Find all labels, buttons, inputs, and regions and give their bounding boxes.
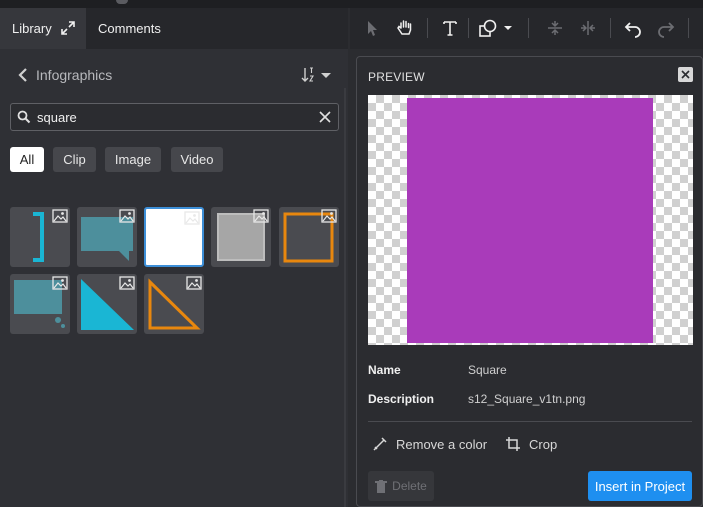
- crop-button[interactable]: Crop: [505, 434, 557, 454]
- image-icon: [184, 211, 200, 225]
- result-callout-box[interactable]: [10, 274, 70, 334]
- image-icon: [321, 209, 337, 223]
- description-value: s12_Square_v1tn.png: [468, 392, 586, 406]
- image-icon: [253, 209, 269, 223]
- editor-toolbar: [350, 8, 703, 49]
- toolbar-separator: [688, 18, 689, 38]
- crop-label: Crop: [529, 436, 558, 452]
- search-box[interactable]: square: [10, 103, 339, 131]
- filter-clip[interactable]: Clip: [53, 147, 96, 172]
- preview-title: PREVIEW: [368, 70, 425, 84]
- result-square[interactable]: [144, 207, 204, 267]
- hand-icon[interactable]: [395, 18, 415, 38]
- image-icon: [52, 209, 68, 223]
- result-orange-outline-triangle[interactable]: [144, 274, 204, 334]
- filter-video[interactable]: Video: [171, 147, 223, 172]
- expand-icon[interactable]: [61, 21, 75, 35]
- toolbar-separator: [610, 18, 611, 38]
- toolbar-separator: [528, 18, 529, 38]
- delete-button[interactable]: Delete: [368, 471, 434, 501]
- image-icon: [52, 276, 68, 290]
- preview-canvas: [368, 95, 693, 345]
- remove-color-button[interactable]: Remove a color: [372, 434, 487, 454]
- image-icon: [119, 276, 135, 290]
- redo-icon[interactable]: [656, 18, 676, 38]
- remove-color-label: Remove a color: [396, 436, 488, 452]
- tab-library[interactable]: Library: [0, 8, 86, 49]
- result-teal-triangle[interactable]: [77, 274, 137, 334]
- text-icon[interactable]: [440, 18, 460, 38]
- filter-image[interactable]: Image: [105, 147, 161, 172]
- chevron-left-icon[interactable]: [16, 67, 30, 83]
- result-speech-bubble[interactable]: [77, 207, 137, 267]
- close-icon[interactable]: [318, 110, 332, 124]
- toolbar-separator: [427, 18, 428, 38]
- description-label: Description: [368, 392, 435, 406]
- result-orange-outline-square[interactable]: [279, 207, 339, 267]
- pointer-icon[interactable]: [362, 18, 382, 38]
- top-strip-handle: [116, 0, 128, 4]
- tab-library-label: Library: [12, 21, 52, 36]
- close-icon: [681, 70, 690, 79]
- tab-comments[interactable]: Comments: [98, 8, 161, 49]
- image-icon: [186, 276, 202, 290]
- sort-icon[interactable]: [300, 65, 334, 85]
- name-value: Square: [468, 363, 507, 377]
- align-horizontal-icon[interactable]: [578, 18, 598, 38]
- shapes-icon[interactable]: [478, 18, 514, 38]
- delete-label: Delete: [392, 479, 427, 493]
- top-strip: [0, 0, 703, 8]
- name-label: Name: [368, 363, 401, 377]
- toolbar-separator: [468, 18, 469, 38]
- search-input[interactable]: square: [37, 110, 77, 125]
- trash-icon: [375, 479, 388, 493]
- panel-tabs: Library Comments: [0, 8, 348, 49]
- image-icon: [119, 209, 135, 223]
- preview-square-image: [407, 98, 653, 343]
- library-panel: Library Comments Infographics square All…: [0, 8, 348, 507]
- category-title[interactable]: Infographics: [36, 67, 112, 83]
- undo-icon[interactable]: [623, 18, 643, 38]
- close-preview-button[interactable]: [678, 67, 693, 82]
- panel-scrollbar[interactable]: [344, 88, 346, 507]
- filter-all[interactable]: All: [10, 147, 44, 172]
- preview-panel: PREVIEW Name Square Description s12_Squa…: [356, 56, 703, 507]
- search-icon: [17, 110, 31, 124]
- result-gray-square[interactable]: [211, 207, 271, 267]
- align-vertical-icon[interactable]: [545, 18, 565, 38]
- result-bracket[interactable]: [10, 207, 70, 267]
- tab-comments-label: Comments: [98, 21, 161, 36]
- divider: [368, 421, 692, 422]
- eyedropper-icon: [373, 437, 387, 451]
- crop-icon: [506, 437, 520, 451]
- category-header: Infographics: [0, 57, 348, 93]
- insert-in-project-button[interactable]: Insert in Project: [588, 471, 692, 501]
